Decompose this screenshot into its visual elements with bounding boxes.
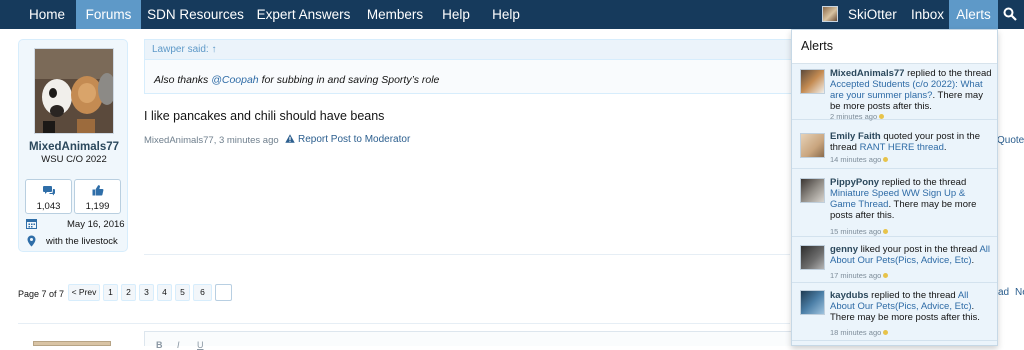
alert-item[interactable]: genny liked your post in the thread All … xyxy=(792,239,997,283)
alert-text: PippyPony replied to the thread Miniatur… xyxy=(830,177,993,221)
messages-count: 1,043 xyxy=(36,201,61,212)
alert-suffix: . xyxy=(943,142,947,153)
alert-item[interactable]: MixedAnimals77 replied to the thread Acc… xyxy=(792,64,997,121)
calendar-icon xyxy=(26,219,37,229)
alert-action: liked your post in the thread xyxy=(857,244,980,255)
italic-button[interactable]: I xyxy=(177,340,180,350)
alert-text: kaydubs replied to the thread All About … xyxy=(830,290,993,323)
nav-tab-sdn-resources[interactable]: SDN Resources xyxy=(141,0,250,29)
user-location: with the livestock xyxy=(46,236,118,247)
inbox-link[interactable]: Inbox xyxy=(911,0,944,29)
alert-text: genny liked your post in the thread All … xyxy=(830,244,993,266)
quote-text-prefix: Also thanks xyxy=(154,74,212,86)
nav-tab-help[interactable]: Help xyxy=(433,0,479,29)
search-icon[interactable] xyxy=(1003,7,1017,21)
nav-tab-home[interactable]: Home xyxy=(18,0,76,29)
page-button-6[interactable]: 6 xyxy=(193,284,212,301)
quote-text-suffix: for subbing in and saving Sporty’s role xyxy=(258,74,440,86)
underline-button[interactable]: U xyxy=(197,340,204,350)
post-meta[interactable]: MixedAnimals77, 3 minutes ago xyxy=(144,135,279,146)
nav-tab-members[interactable]: Members xyxy=(357,0,433,29)
quote-block: Lawper said: ↑ Also thanks @Coopah for s… xyxy=(144,39,804,94)
page-button-4[interactable]: 4 xyxy=(157,284,172,301)
alert-avatar[interactable] xyxy=(800,178,825,203)
reply-avatar xyxy=(33,341,111,346)
alert-thread-link[interactable]: RANT HERE thread xyxy=(860,142,944,153)
alert-user-link[interactable]: MixedAnimals77 xyxy=(830,68,904,79)
prev-page-button[interactable]: < Prev xyxy=(68,284,100,301)
message-user-info: MixedAnimals77 WSU C/O 2022 1,043 1,199 … xyxy=(18,39,128,252)
account-avatar[interactable] xyxy=(822,6,838,22)
report-post-link[interactable]: Report Post to Moderator xyxy=(285,134,410,145)
section-divider xyxy=(18,323,790,324)
alert-action: replied to the thread xyxy=(904,68,992,79)
report-post-label: Report Post to Moderator xyxy=(298,134,411,145)
join-date: May 16, 2016 xyxy=(67,219,125,230)
message-body: I like pancakes and chili should have be… xyxy=(144,109,385,123)
unread-link-partial[interactable]: ad xyxy=(998,287,1009,298)
message-divider xyxy=(144,254,790,255)
user-title: WSU C/O 2022 xyxy=(41,154,107,165)
location-pin-icon xyxy=(27,235,36,247)
likes-count: 1,199 xyxy=(85,201,110,212)
page-jump-input[interactable] xyxy=(215,284,232,301)
alert-time: 18 minutes ago xyxy=(830,328,889,337)
alert-time: 2 minutes ago xyxy=(830,112,885,121)
nav-tab-forums[interactable]: Forums xyxy=(76,0,141,29)
alert-avatar[interactable] xyxy=(800,133,825,158)
quote-attribution[interactable]: Lawper said: ↑ xyxy=(145,40,803,60)
unread-dot-icon xyxy=(883,157,889,162)
alert-user-link[interactable]: genny xyxy=(830,244,858,255)
alert-item[interactable]: PippyPony replied to the thread Miniatur… xyxy=(792,171,997,237)
page-button-3[interactable]: 3 xyxy=(139,284,154,301)
quote-post-link[interactable]: Quote xyxy=(997,135,1024,146)
alert-time: 17 minutes ago xyxy=(830,271,889,280)
top-navigation-bar: Home Forums SDN Resources Expert Answers… xyxy=(0,0,1024,29)
alert-user-link[interactable]: kaydubs xyxy=(830,290,869,301)
nav-tab-help-2[interactable]: Help xyxy=(479,0,533,29)
page-button-1[interactable]: 1 xyxy=(103,284,118,301)
quote-text: Also thanks @Coopah for subbing in and s… xyxy=(154,74,439,86)
alert-avatar[interactable] xyxy=(800,69,825,94)
alert-text: MixedAnimals77 replied to the thread Acc… xyxy=(830,68,993,112)
bold-button[interactable]: B xyxy=(156,340,163,350)
user-avatar[interactable] xyxy=(34,48,114,134)
page-indicator: Page 7 of 7 xyxy=(18,289,65,299)
editor-toolbar xyxy=(144,331,804,346)
unread-dot-icon xyxy=(883,330,889,335)
alerts-popup: Alerts MixedAnimals77 replied to the thr… xyxy=(791,29,998,346)
quote-mention-link[interactable]: @Coopah xyxy=(211,74,258,86)
alert-user-link[interactable]: PippyPony xyxy=(830,177,879,188)
alert-time: 14 minutes ago xyxy=(830,155,889,164)
alert-item[interactable]: Emily Faith quoted your post in the thre… xyxy=(792,127,997,169)
alert-avatar[interactable] xyxy=(800,245,825,270)
unread-dot-icon xyxy=(883,273,889,278)
likes-stat[interactable]: 1,199 xyxy=(74,179,121,214)
alert-time: 15 minutes ago xyxy=(830,227,889,236)
alerts-link[interactable]: Alerts xyxy=(949,0,998,29)
alert-suffix: . xyxy=(971,255,975,266)
alert-user-link[interactable]: Emily Faith xyxy=(830,131,881,142)
alerts-popup-title: Alerts xyxy=(792,30,997,64)
thumbs-up-icon xyxy=(92,185,104,196)
messages-stat[interactable]: 1,043 xyxy=(25,179,72,214)
page-button-2[interactable]: 2 xyxy=(121,284,136,301)
user-name[interactable]: MixedAnimals77 xyxy=(19,141,129,153)
alert-text: Emily Faith quoted your post in the thre… xyxy=(830,131,993,153)
nav-tab-expert-answers[interactable]: Expert Answers xyxy=(250,0,357,29)
unread-dot-icon xyxy=(879,114,885,119)
page-button-5[interactable]: 5 xyxy=(175,284,190,301)
next-link-partial[interactable]: Ne xyxy=(1015,287,1024,298)
speech-bubbles-icon xyxy=(43,186,55,196)
alert-action: replied to the thread xyxy=(868,290,958,301)
alert-action: replied to the thread xyxy=(879,177,967,188)
alert-avatar[interactable] xyxy=(800,290,825,315)
alert-item[interactable]: kaydubs replied to the thread All About … xyxy=(792,285,997,341)
account-username[interactable]: SkiOtter xyxy=(848,0,897,29)
unread-dot-icon xyxy=(883,229,889,234)
warning-icon xyxy=(285,134,295,143)
